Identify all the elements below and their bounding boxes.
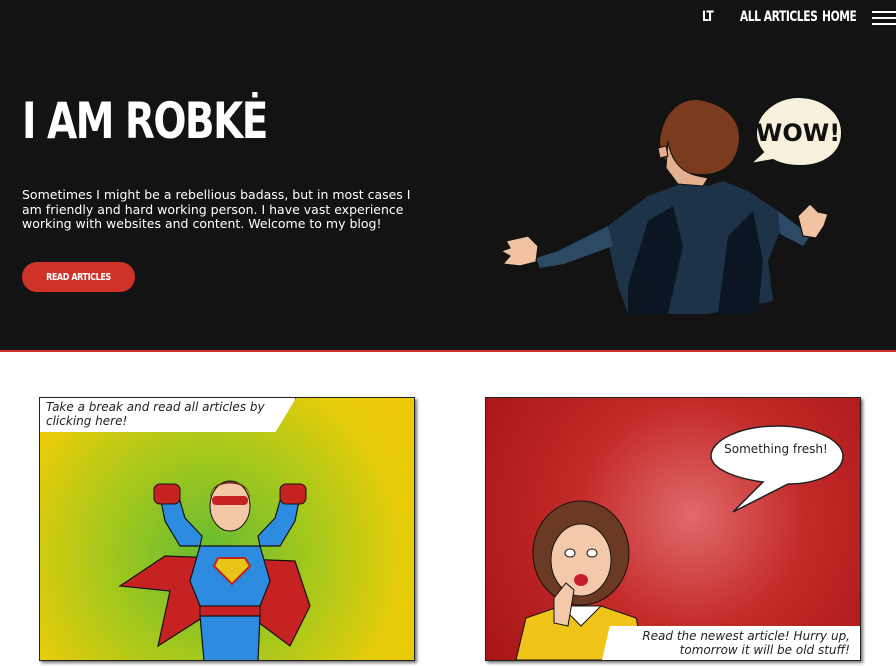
nav-lt[interactable]: LT <box>702 9 714 25</box>
menu-icon[interactable] <box>872 11 896 25</box>
superhero-illustration <box>118 480 311 660</box>
hero-divider <box>0 350 896 352</box>
intro-text: Sometimes I might be a rebellious badass… <box>22 187 411 232</box>
speech-bubble <box>710 425 844 513</box>
read-articles-label: READ ARTICLES <box>46 271 111 283</box>
read-articles-button[interactable]: READ ARTICLES <box>22 262 135 292</box>
card-caption: Take a break and read all articles by cl… <box>40 398 296 432</box>
all-articles-card[interactable]: Take a break and read all articles by cl… <box>39 397 415 661</box>
card-caption: Read the newest article! Hurry up, tomor… <box>602 626 860 660</box>
bubble-text: Something fresh! <box>724 442 828 456</box>
hero-illustration: WOW! <box>499 95 844 314</box>
page-title: I AM ROBKĖ <box>22 92 268 150</box>
nav-home[interactable]: HOME <box>822 9 857 25</box>
newest-article-card[interactable]: Something fresh! Read the newest article… <box>485 397 861 661</box>
wow-text: WOW! <box>756 119 840 147</box>
nav-all-articles[interactable]: ALL ARTICLES <box>740 9 818 25</box>
